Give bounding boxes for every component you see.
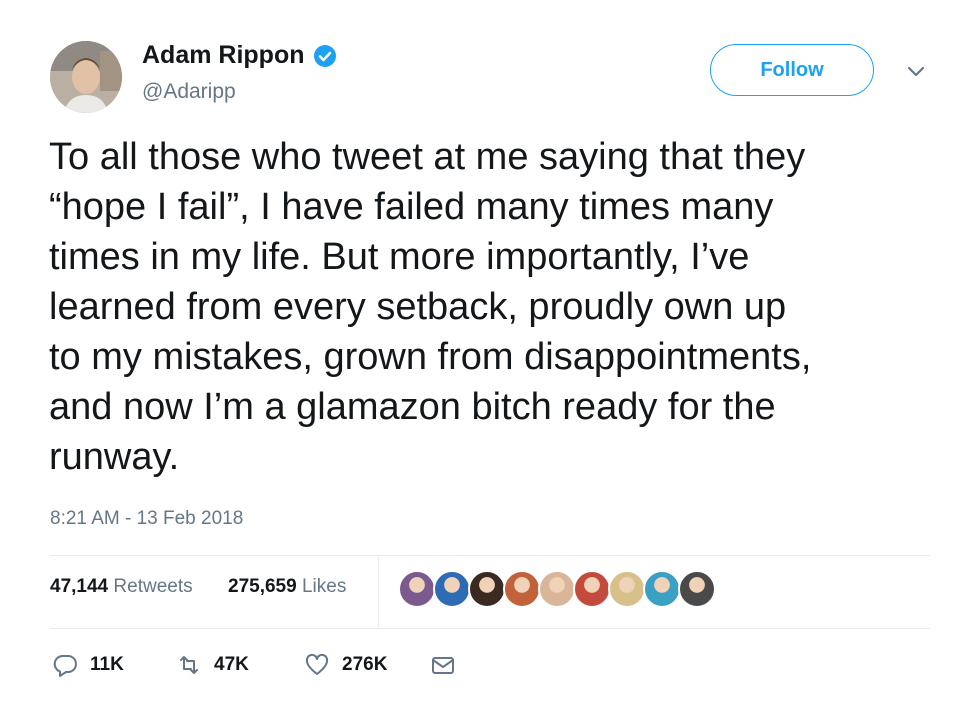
- direct-message-button[interactable]: [430, 652, 456, 678]
- retweets-label: Retweets: [113, 576, 193, 597]
- liker-avatar[interactable]: [573, 570, 611, 608]
- user-name-row[interactable]: Adam Rippon: [142, 41, 337, 70]
- verified-badge-icon: [313, 44, 336, 67]
- divider: [50, 628, 930, 629]
- stats-separator: [378, 556, 379, 628]
- likes-count: 275,659: [228, 576, 297, 597]
- retweet-button[interactable]: 47K: [176, 652, 249, 678]
- liker-avatar[interactable]: [398, 570, 436, 608]
- liker-avatars: [398, 570, 716, 608]
- liker-avatar[interactable]: [678, 570, 716, 608]
- liker-avatar[interactable]: [468, 570, 506, 608]
- liker-avatar[interactable]: [643, 570, 681, 608]
- follow-button[interactable]: Follow: [710, 44, 874, 96]
- liker-avatar[interactable]: [538, 570, 576, 608]
- tweet-timestamp[interactable]: 8:21 AM - 13 Feb 2018: [50, 508, 243, 530]
- chevron-down-icon[interactable]: [903, 58, 929, 84]
- avatar-photo: [50, 41, 122, 113]
- reply-count: 11K: [90, 654, 124, 675]
- like-count: 276K: [342, 654, 388, 675]
- envelope-icon: [432, 657, 454, 674]
- liker-avatar[interactable]: [433, 570, 471, 608]
- heart-icon: [305, 653, 329, 675]
- tweet-text: To all those who tweet at me saying that…: [49, 136, 812, 478]
- retweets-stat[interactable]: 47,144 Retweets: [50, 576, 193, 598]
- likes-stat[interactable]: 275,659 Likes: [228, 576, 346, 598]
- likes-label: Likes: [301, 576, 347, 597]
- liker-avatar[interactable]: [503, 570, 541, 608]
- avatar[interactable]: [50, 41, 122, 113]
- retweet-icon: [180, 656, 198, 674]
- reply-button[interactable]: 11K: [52, 652, 124, 678]
- divider: [50, 555, 930, 556]
- retweets-count: 47,144: [50, 576, 109, 597]
- reply-icon: [53, 655, 77, 677]
- user-name[interactable]: Adam Rippon: [142, 41, 305, 70]
- retweet-count: 47K: [214, 654, 249, 675]
- liker-avatar[interactable]: [608, 570, 646, 608]
- like-button[interactable]: 276K: [304, 652, 387, 678]
- user-handle[interactable]: @Adaripp: [142, 80, 236, 104]
